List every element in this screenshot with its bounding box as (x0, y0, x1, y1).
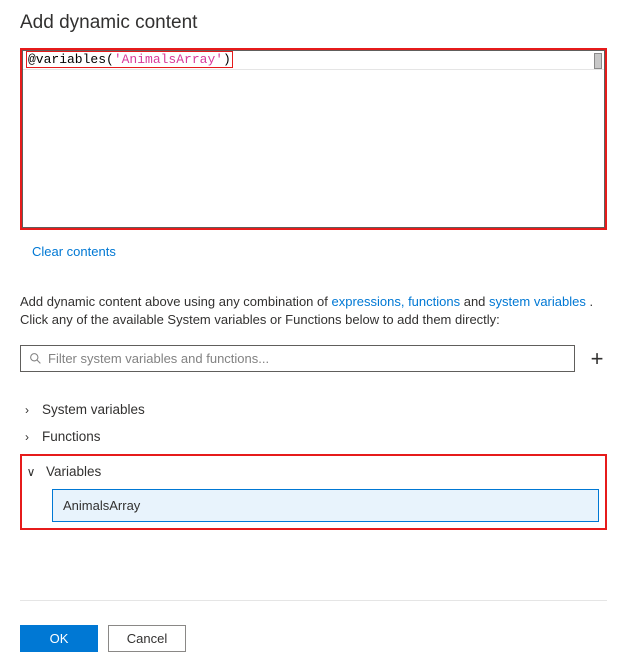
expression-highlight-box: @variables('AnimalsArray') (20, 48, 607, 230)
system-variables-link[interactable]: system variables (489, 294, 586, 309)
footer: OK Cancel (20, 625, 607, 652)
category-label: System variables (42, 402, 145, 417)
variable-item-animalsarray[interactable]: AnimalsArray (52, 489, 599, 522)
footer-separator (20, 600, 607, 601)
expressions-functions-link[interactable]: expressions, functions (331, 294, 460, 309)
variables-highlight-box: ∨ Variables AnimalsArray (20, 454, 607, 530)
expr-fn: @variables (28, 52, 106, 67)
chevron-down-icon: ∨ (26, 465, 36, 479)
filter-box[interactable] (20, 345, 575, 372)
expression-text[interactable]: @variables('AnimalsArray') (23, 51, 604, 70)
category-label: Variables (46, 464, 101, 479)
cancel-button[interactable]: Cancel (108, 625, 186, 652)
category-functions[interactable]: › Functions (20, 423, 607, 450)
ok-button[interactable]: OK (20, 625, 98, 652)
chevron-right-icon: › (22, 430, 32, 444)
hint-line2: Click any of the available System variab… (20, 312, 500, 327)
clear-contents-link[interactable]: Clear contents (32, 244, 116, 259)
category-variables[interactable]: ∨ Variables (24, 458, 603, 485)
page-title: Add dynamic content (20, 12, 607, 34)
scrollbar[interactable] (594, 53, 602, 69)
expression-editor[interactable]: @variables('AnimalsArray') (22, 50, 605, 228)
expr-open: ( (106, 52, 114, 67)
hint-pre: Add dynamic content above using any comb… (20, 294, 331, 309)
category-system-variables[interactable]: › System variables (20, 396, 607, 423)
add-button[interactable]: + (587, 350, 607, 368)
hint-mid: and (460, 294, 489, 309)
category-label: Functions (42, 429, 101, 444)
hint-text: Add dynamic content above using any comb… (20, 293, 607, 329)
expr-close: ) (223, 52, 231, 67)
hint-post1: . (586, 294, 593, 309)
expr-arg: 'AnimalsArray' (114, 52, 223, 67)
filter-input[interactable] (48, 351, 566, 366)
search-icon (29, 352, 42, 365)
chevron-right-icon: › (22, 403, 32, 417)
